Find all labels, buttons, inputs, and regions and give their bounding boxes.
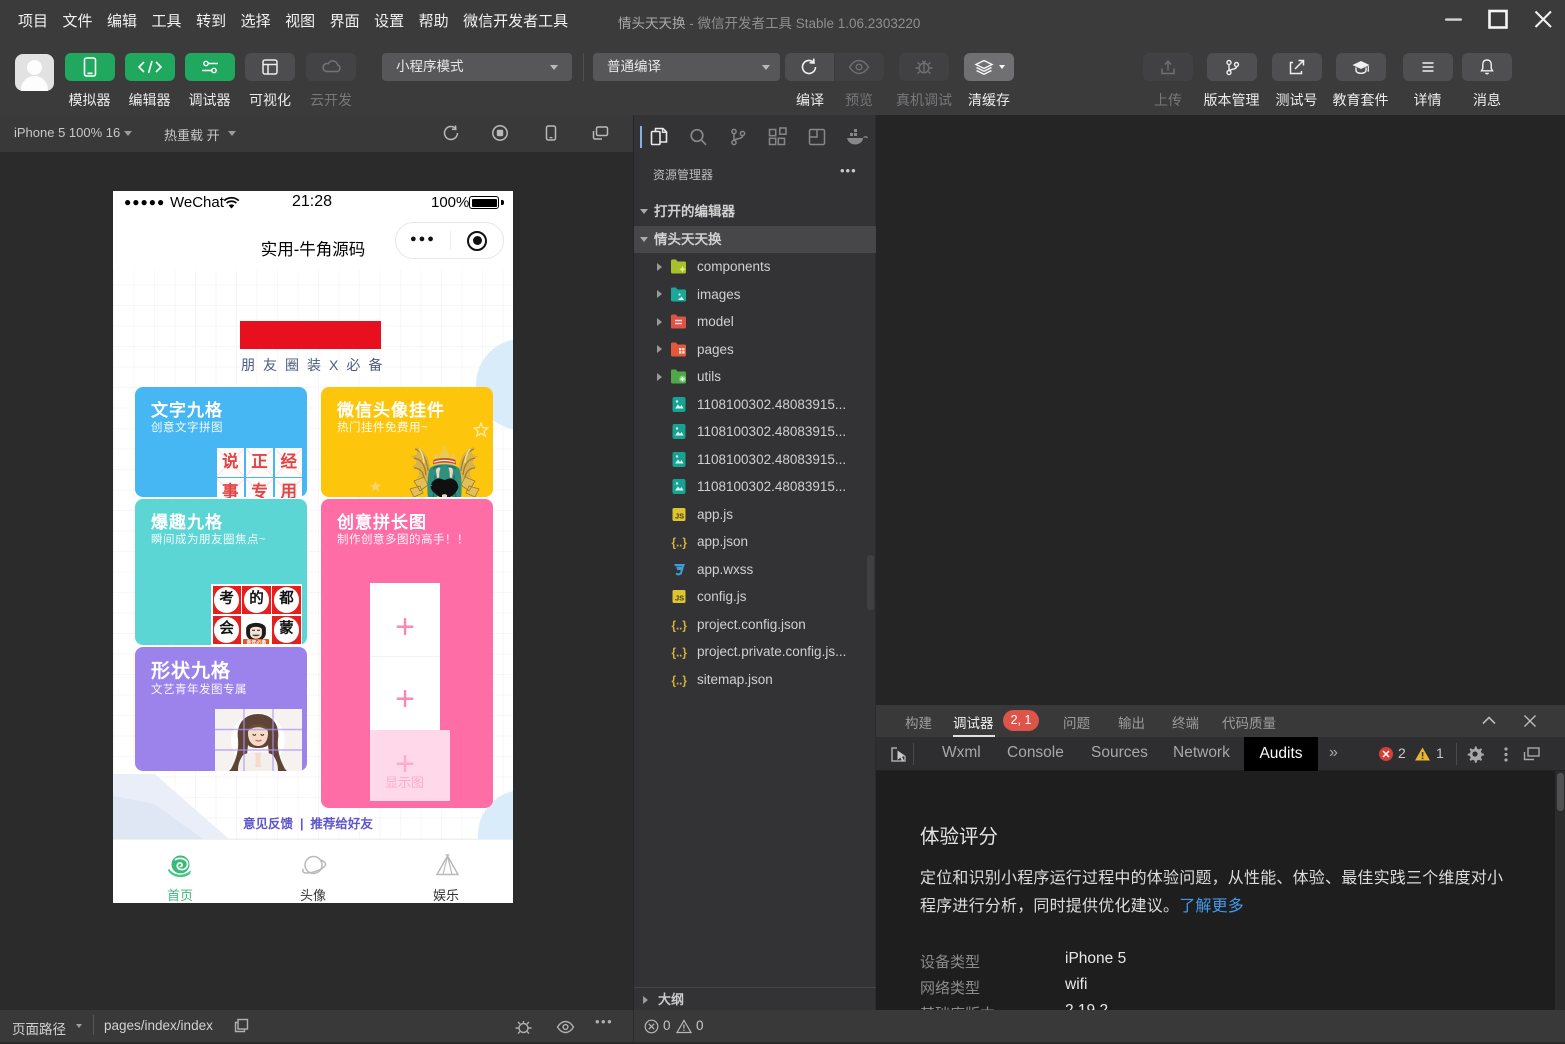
svg-text:{..}: {..} bbox=[672, 620, 688, 632]
svg-text:JS: JS bbox=[675, 511, 684, 520]
svg-text:{..}: {..} bbox=[672, 648, 688, 660]
svg-text:{..}: {..} bbox=[672, 675, 688, 687]
svg-text:JS: JS bbox=[675, 594, 684, 603]
svg-text:{..}: {..} bbox=[672, 538, 688, 550]
